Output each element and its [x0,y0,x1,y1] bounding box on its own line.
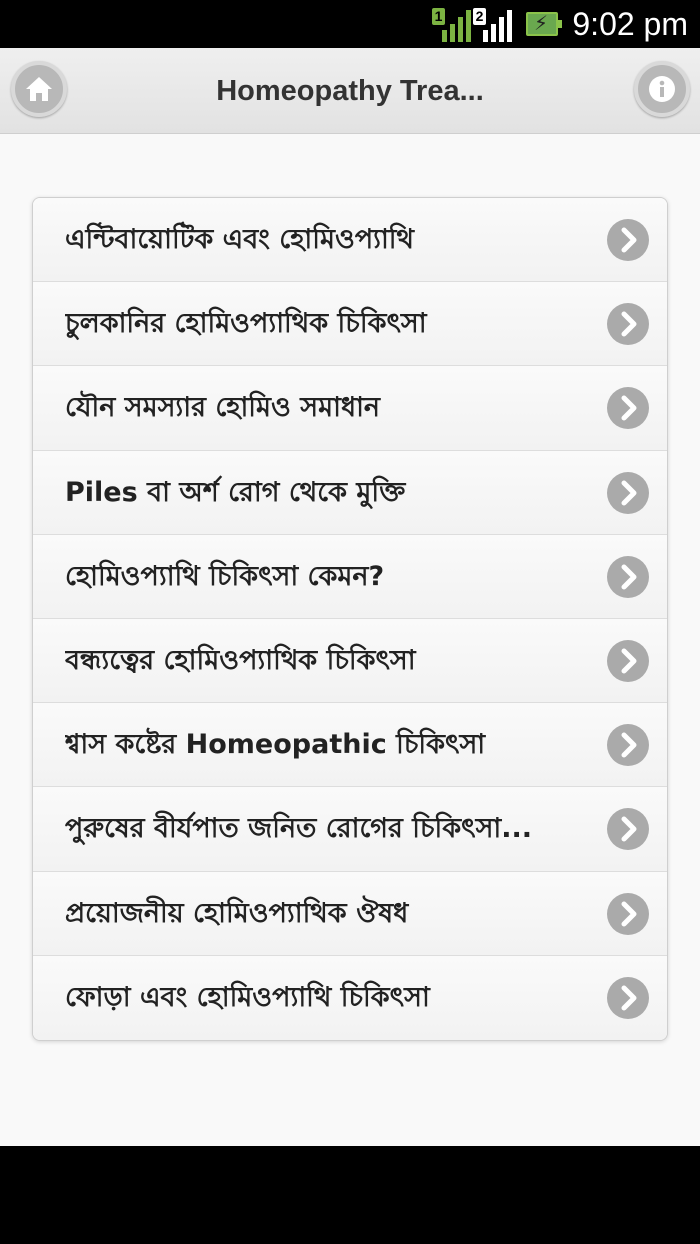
sim1-signal-icon: 1 [432,8,471,42]
list-item-label: পুরুষের বীর্যপাত জনিত রোগের চিকিৎসা... [65,813,533,845]
chevron-right-icon [607,387,649,430]
sim2-label: 2 [473,8,486,25]
chevron-right-icon [607,219,649,261]
page-title: Homeopathy Trea... [216,75,484,107]
topic-list: এন্টিবায়োটিক এবং হোমিওপ্যাথি চুলকানির হ… [32,197,668,1041]
list-item[interactable]: বন্ধ্যত্বের হোমিওপ্যাথিক চিকিৎসা [33,618,667,704]
home-button[interactable] [11,61,67,117]
home-icon [26,77,52,101]
list-item[interactable]: যৌন সমস্যার হোমিও সমাধান [33,366,667,451]
list-item[interactable]: পুরুষের বীর্যপাত জনিত রোগের চিকিৎসা... [33,787,667,872]
battery-charging-icon: ⚡ [526,11,562,36]
status-time: 9:02 pm [572,6,688,42]
system-nav-bar [0,1146,700,1244]
list-item-label: এন্টিবায়োটিক এবং হোমিওপ্যাথি [65,224,415,255]
chevron-right-icon [607,892,649,935]
list-item-label: হোমিওপ্যাথি চিকিৎসা কেমন? [65,560,385,592]
list-item-label: ফোড়া এবং হোমিওপ্যাথি চিকিৎসা [65,981,430,1013]
list-item-label: বন্ধ্যত্বের হোমিওপ্যাথিক চিকিৎসা [65,644,416,676]
info-button[interactable] [634,61,690,117]
chevron-right-icon [607,639,649,682]
sim2-signal-icon: 2 [473,8,512,42]
list-item-label: চুলকানির হোমিওপ্যাথিক চিকিৎসা [65,308,427,340]
info-icon [649,76,675,102]
chevron-right-icon [607,471,649,514]
list-item[interactable]: চুলকানির হোমিওপ্যাথিক চিকিৎসা [33,282,667,367]
sim1-label: 1 [432,8,445,25]
header-bar: Homeopathy Trea... [0,48,700,134]
list-item[interactable]: ফোড়া এবং হোমিওপ্যাথি চিকিৎসা [33,955,667,1040]
list-item-label: Piles বা অর্শ রোগ থেকে মুক্তি [65,476,406,508]
chevron-right-icon [607,303,649,346]
list-item[interactable]: শ্বাস কষ্টের Homeopathic চিকিৎসা [33,703,667,788]
list-item-label: শ্বাস কষ্টের Homeopathic চিকিৎসা [65,729,486,761]
app-screen: Homeopathy Trea... এন্টিবায়োটিক এবং হোম… [0,48,700,1146]
list-item-label: প্রয়োজনীয় হোমিওপ্যাথিক ঔষধ [65,897,409,929]
chevron-right-icon [607,808,649,851]
list-item-label: যৌন সমস্যার হোমিও সমাধান [65,392,381,424]
status-bar: 1 2 ⚡ 9:02 pm [0,0,700,48]
list-item[interactable]: এন্টিবায়োটিক এবং হোমিওপ্যাথি [33,198,667,283]
list-item[interactable]: প্রয়োজনীয় হোমিওপ্যাথিক ঔষধ [33,871,667,956]
list-item[interactable]: Piles বা অর্শ রোগ থেকে মুক্তি [33,450,667,535]
chevron-right-icon [607,976,649,1019]
list-item[interactable]: হোমিওপ্যাথি চিকিৎসা কেমন? [33,534,667,619]
chevron-right-icon [607,724,649,767]
chevron-right-icon [607,555,649,598]
